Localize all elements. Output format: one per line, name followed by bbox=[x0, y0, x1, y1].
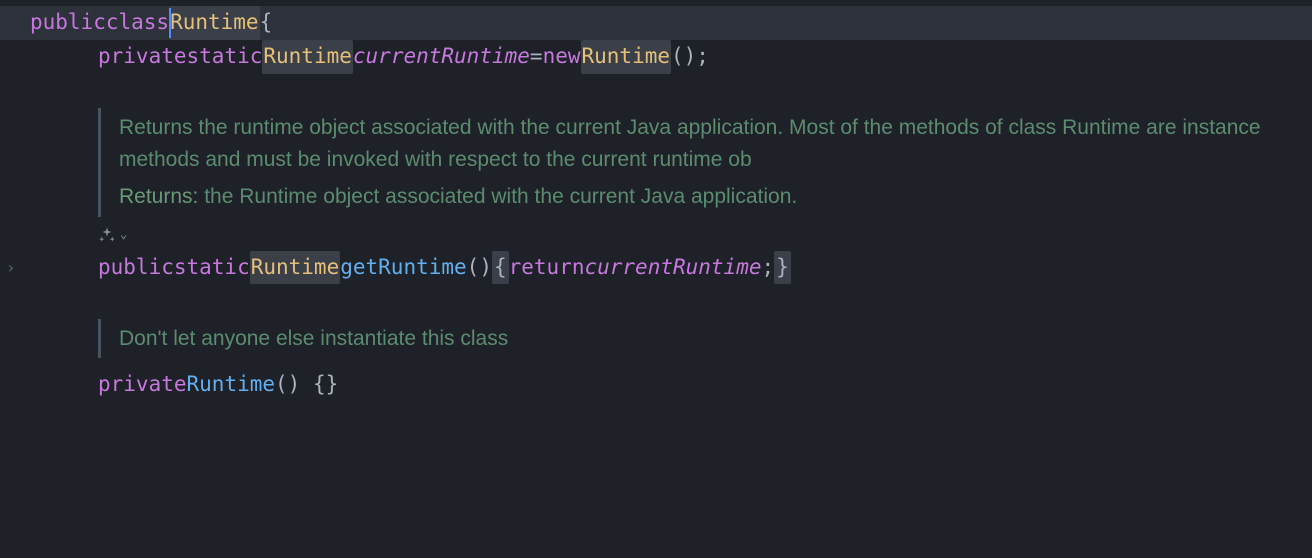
keyword-public: public bbox=[30, 6, 106, 40]
ai-assist-gutter[interactable]: ⌄ bbox=[0, 221, 1312, 249]
fold-arrow-icon[interactable]: › bbox=[6, 255, 16, 281]
chevron-down-icon[interactable]: ⌄ bbox=[120, 225, 127, 244]
blank-line bbox=[0, 74, 1312, 108]
keyword-public: public bbox=[98, 251, 174, 285]
ctor-body: () {} bbox=[275, 368, 338, 402]
field-ref: currentRuntime bbox=[584, 251, 761, 285]
brace: { bbox=[260, 6, 273, 40]
parens-semi: (); bbox=[671, 40, 709, 74]
code-editor[interactable]: public class Runtime { private static Ru… bbox=[0, 0, 1312, 402]
ctor-ref: Runtime bbox=[581, 40, 672, 74]
keyword-private: private bbox=[98, 40, 187, 74]
keyword-private: private bbox=[98, 368, 187, 402]
javadoc-text: Don't let anyone else instantiate this c… bbox=[119, 323, 998, 355]
keyword-class: class bbox=[106, 6, 169, 40]
keyword-return: return bbox=[509, 251, 585, 285]
javadoc-block: Returns the runtime object associated wi… bbox=[98, 108, 1308, 217]
semicolon: ; bbox=[762, 251, 775, 285]
keyword-static: static bbox=[187, 40, 263, 74]
keyword-new: new bbox=[543, 40, 581, 74]
parens: () bbox=[467, 251, 492, 285]
javadoc-returns-text: the Runtime object associated with the c… bbox=[198, 185, 797, 208]
ai-sparkle-icon bbox=[98, 226, 116, 244]
javadoc-summary: Returns the runtime object associated wi… bbox=[119, 112, 1308, 175]
equals: = bbox=[530, 40, 543, 74]
brace-close: } bbox=[774, 251, 791, 285]
field-name: currentRuntime bbox=[353, 40, 530, 74]
ctor-name: Runtime bbox=[187, 368, 276, 402]
type-ref: Runtime bbox=[250, 251, 341, 285]
code-line[interactable]: private Runtime() {} bbox=[0, 368, 1312, 402]
javadoc-returns-label: Returns: bbox=[119, 185, 198, 208]
javadoc-block: Don't let anyone else instantiate this c… bbox=[98, 319, 998, 359]
type-ref: Runtime bbox=[262, 40, 353, 74]
code-line[interactable]: public class Runtime { bbox=[0, 6, 1312, 40]
code-line[interactable]: private static Runtime currentRuntime = … bbox=[0, 40, 1312, 74]
code-line[interactable]: › public static Runtime getRuntime() { re… bbox=[0, 251, 1312, 285]
brace-open: { bbox=[492, 251, 509, 285]
keyword-static: static bbox=[174, 251, 250, 285]
spacer bbox=[0, 358, 1312, 368]
javadoc-returns: Returns: the Runtime object associated w… bbox=[119, 181, 1308, 213]
class-name: Runtime bbox=[169, 6, 260, 40]
method-name: getRuntime bbox=[340, 251, 466, 285]
blank-line bbox=[0, 285, 1312, 319]
